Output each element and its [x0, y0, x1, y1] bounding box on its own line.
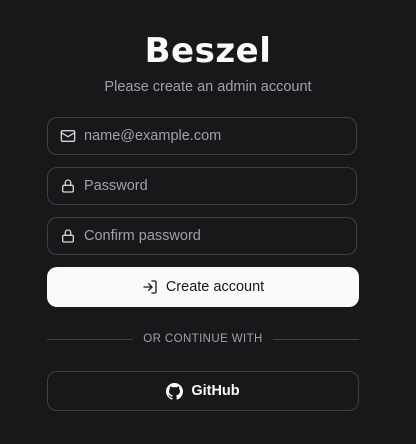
app-logo-text: Beszel — [144, 31, 272, 71]
email-input[interactable] — [84, 118, 356, 154]
create-account-label: Create account — [165, 279, 265, 295]
github-login-button[interactable]: GitHub — [47, 371, 359, 411]
lock-icon — [60, 228, 76, 244]
github-icon — [166, 382, 184, 400]
github-label: GitHub — [191, 383, 240, 399]
divider-line-left — [47, 338, 134, 340]
divider-text: OR CONTINUE WITH — [143, 333, 263, 345]
mail-icon — [60, 128, 76, 144]
confirm-password-input[interactable] — [84, 218, 356, 254]
page-subtitle: Please create an admin account — [104, 79, 312, 95]
log-in-icon — [142, 279, 158, 295]
password-field[interactable] — [47, 167, 357, 205]
divider: OR CONTINUE WITH — [47, 330, 360, 348]
confirm-password-field[interactable] — [47, 217, 357, 255]
email-field[interactable] — [47, 117, 357, 155]
create-account-button[interactable]: Create account — [47, 267, 359, 307]
divider-line-right — [272, 338, 360, 340]
password-input[interactable] — [84, 168, 356, 204]
lock-icon — [60, 178, 76, 194]
